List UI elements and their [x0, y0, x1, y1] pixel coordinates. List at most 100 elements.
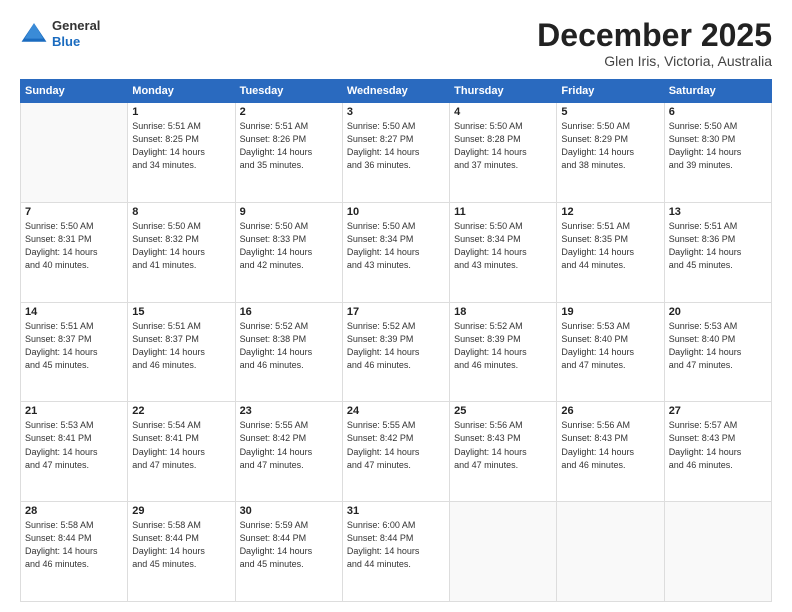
calendar-title: December 2025: [537, 18, 772, 53]
day-number: 6: [669, 106, 767, 118]
calendar-cell: 12Sunrise: 5:51 AM Sunset: 8:35 PM Dayli…: [557, 202, 664, 302]
day-detail: Sunrise: 5:50 AM Sunset: 8:28 PM Dayligh…: [454, 120, 552, 172]
day-number: 31: [347, 505, 445, 517]
day-detail: Sunrise: 5:58 AM Sunset: 8:44 PM Dayligh…: [132, 519, 230, 571]
logo: General Blue: [20, 18, 100, 49]
calendar-week-3: 14 Sunrise: 5:51 AM Sunset: 8:37 PM Dayli…: [21, 302, 772, 402]
day-number: 28: [25, 505, 123, 517]
day-detail: Sunrise: 5:50 AM Sunset: 8:34 PM Dayligh…: [454, 220, 552, 272]
day-detail: Sunrise: 5:57 AM Sunset: 8:43 PM Dayligh…: [669, 419, 767, 471]
day-detail: Sunrise: 5:50 AM Sunset: 8:31 PM Dayligh…: [25, 220, 123, 272]
calendar-header-monday: Monday: [128, 80, 235, 103]
calendar-header-row: SundayMondayTuesdayWednesdayThursdayFrid…: [21, 80, 772, 103]
calendar-week-2: 7 Sunrise: 5:50 AM Sunset: 8:31 PM Daylig…: [21, 202, 772, 302]
day-number: 17: [347, 306, 445, 318]
day-number: 23: [240, 405, 338, 417]
calendar-cell: 16 Sunrise: 5:52 AM Sunset: 8:38 PM Dayli…: [235, 302, 342, 402]
day-number: 1: [132, 106, 230, 118]
calendar-header-friday: Friday: [557, 80, 664, 103]
calendar-cell: [664, 502, 771, 602]
calendar-cell: 29 Sunrise: 5:58 AM Sunset: 8:44 PM Dayli…: [128, 502, 235, 602]
calendar-week-4: 21Sunrise: 5:53 AM Sunset: 8:41 PM Dayli…: [21, 402, 772, 502]
calendar-header-tuesday: Tuesday: [235, 80, 342, 103]
day-number: 10: [347, 206, 445, 218]
calendar-cell: 9 Sunrise: 5:50 AM Sunset: 8:33 PM Daylig…: [235, 202, 342, 302]
calendar-cell: 10 Sunrise: 5:50 AM Sunset: 8:34 PM Dayli…: [342, 202, 449, 302]
day-detail: Sunrise: 5:56 AM Sunset: 8:43 PM Dayligh…: [454, 419, 552, 471]
calendar-subtitle: Glen Iris, Victoria, Australia: [537, 53, 772, 69]
calendar-cell: 25 Sunrise: 5:56 AM Sunset: 8:43 PM Dayli…: [450, 402, 557, 502]
calendar-cell: 1Sunrise: 5:51 AM Sunset: 8:25 PM Daylig…: [128, 103, 235, 203]
calendar-header-wednesday: Wednesday: [342, 80, 449, 103]
day-detail: Sunrise: 5:58 AM Sunset: 8:44 PM Dayligh…: [25, 519, 123, 571]
day-detail: Sunrise: 5:55 AM Sunset: 8:42 PM Dayligh…: [347, 419, 445, 471]
day-number: 14: [25, 306, 123, 318]
calendar-header-thursday: Thursday: [450, 80, 557, 103]
calendar-cell: 8Sunrise: 5:50 AM Sunset: 8:32 PM Daylig…: [128, 202, 235, 302]
day-number: 29: [132, 505, 230, 517]
day-number: 19: [561, 306, 659, 318]
day-detail: Sunrise: 5:52 AM Sunset: 8:38 PM Dayligh…: [240, 320, 338, 372]
day-number: 25: [454, 405, 552, 417]
calendar-cell: 13 Sunrise: 5:51 AM Sunset: 8:36 PM Dayli…: [664, 202, 771, 302]
day-number: 11: [454, 206, 552, 218]
calendar-cell: [21, 103, 128, 203]
calendar-cell: 17Sunrise: 5:52 AM Sunset: 8:39 PM Dayli…: [342, 302, 449, 402]
header: General Blue December 2025 Glen Iris, Vi…: [20, 18, 772, 69]
day-detail: Sunrise: 5:50 AM Sunset: 8:27 PM Dayligh…: [347, 120, 445, 172]
page: General Blue December 2025 Glen Iris, Vi…: [0, 0, 792, 612]
day-detail: Sunrise: 5:59 AM Sunset: 8:44 PM Dayligh…: [240, 519, 338, 571]
calendar-cell: 21Sunrise: 5:53 AM Sunset: 8:41 PM Dayli…: [21, 402, 128, 502]
day-number: 15: [132, 306, 230, 318]
calendar-cell: 15 Sunrise: 5:51 AM Sunset: 8:37 PM Dayli…: [128, 302, 235, 402]
day-number: 18: [454, 306, 552, 318]
day-detail: Sunrise: 5:50 AM Sunset: 8:30 PM Dayligh…: [669, 120, 767, 172]
calendar-cell: 3Sunrise: 5:50 AM Sunset: 8:27 PM Daylig…: [342, 103, 449, 203]
day-detail: Sunrise: 5:50 AM Sunset: 8:34 PM Dayligh…: [347, 220, 445, 272]
calendar-cell: 6 Sunrise: 5:50 AM Sunset: 8:30 PM Daylig…: [664, 103, 771, 203]
calendar-table: SundayMondayTuesdayWednesdayThursdayFrid…: [20, 79, 772, 602]
day-detail: Sunrise: 5:55 AM Sunset: 8:42 PM Dayligh…: [240, 419, 338, 471]
day-number: 13: [669, 206, 767, 218]
calendar-cell: [450, 502, 557, 602]
day-detail: Sunrise: 5:52 AM Sunset: 8:39 PM Dayligh…: [454, 320, 552, 372]
day-detail: Sunrise: 5:51 AM Sunset: 8:37 PM Dayligh…: [132, 320, 230, 372]
calendar-week-1: 1Sunrise: 5:51 AM Sunset: 8:25 PM Daylig…: [21, 103, 772, 203]
day-number: 24: [347, 405, 445, 417]
calendar-header-sunday: Sunday: [21, 80, 128, 103]
day-number: 20: [669, 306, 767, 318]
day-detail: Sunrise: 5:51 AM Sunset: 8:36 PM Dayligh…: [669, 220, 767, 272]
calendar-cell: 31 Sunrise: 6:00 AM Sunset: 8:44 PM Dayli…: [342, 502, 449, 602]
day-detail: Sunrise: 5:50 AM Sunset: 8:33 PM Dayligh…: [240, 220, 338, 272]
calendar-cell: 24 Sunrise: 5:55 AM Sunset: 8:42 PM Dayli…: [342, 402, 449, 502]
day-number: 8: [132, 206, 230, 218]
day-detail: Sunrise: 6:00 AM Sunset: 8:44 PM Dayligh…: [347, 519, 445, 571]
calendar-cell: [557, 502, 664, 602]
day-number: 2: [240, 106, 338, 118]
day-number: 7: [25, 206, 123, 218]
day-number: 12: [561, 206, 659, 218]
calendar-cell: 14 Sunrise: 5:51 AM Sunset: 8:37 PM Dayli…: [21, 302, 128, 402]
logo-blue-label: Blue: [52, 34, 100, 50]
day-number: 22: [132, 405, 230, 417]
calendar-cell: 23 Sunrise: 5:55 AM Sunset: 8:42 PM Dayli…: [235, 402, 342, 502]
calendar-header-saturday: Saturday: [664, 80, 771, 103]
day-number: 30: [240, 505, 338, 517]
day-number: 9: [240, 206, 338, 218]
calendar-cell: 18 Sunrise: 5:52 AM Sunset: 8:39 PM Dayli…: [450, 302, 557, 402]
calendar-cell: 30 Sunrise: 5:59 AM Sunset: 8:44 PM Dayli…: [235, 502, 342, 602]
day-detail: Sunrise: 5:50 AM Sunset: 8:29 PM Dayligh…: [561, 120, 659, 172]
calendar-cell: 7 Sunrise: 5:50 AM Sunset: 8:31 PM Daylig…: [21, 202, 128, 302]
day-detail: Sunrise: 5:53 AM Sunset: 8:40 PM Dayligh…: [561, 320, 659, 372]
calendar-week-5: 28 Sunrise: 5:58 AM Sunset: 8:44 PM Dayli…: [21, 502, 772, 602]
day-detail: Sunrise: 5:51 AM Sunset: 8:26 PM Dayligh…: [240, 120, 338, 172]
day-number: 27: [669, 405, 767, 417]
calendar-cell: 22Sunrise: 5:54 AM Sunset: 8:41 PM Dayli…: [128, 402, 235, 502]
day-number: 16: [240, 306, 338, 318]
day-number: 26: [561, 405, 659, 417]
day-detail: Sunrise: 5:51 AM Sunset: 8:37 PM Dayligh…: [25, 320, 123, 372]
logo-icon: [20, 20, 48, 48]
day-detail: Sunrise: 5:56 AM Sunset: 8:43 PM Dayligh…: [561, 419, 659, 471]
day-number: 4: [454, 106, 552, 118]
day-detail: Sunrise: 5:53 AM Sunset: 8:41 PM Dayligh…: [25, 419, 123, 471]
